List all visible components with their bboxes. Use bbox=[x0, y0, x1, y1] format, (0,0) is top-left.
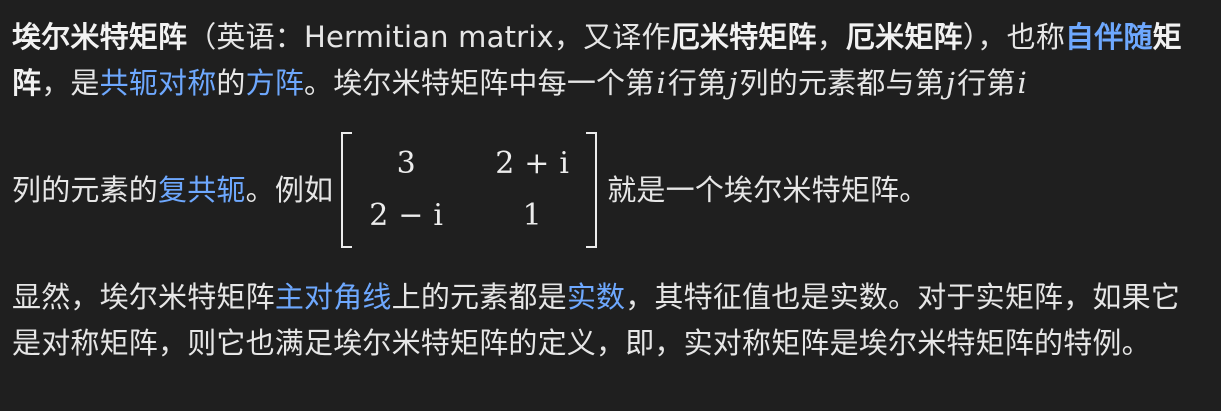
term-alt-name-2: 厄米矩阵 bbox=[845, 20, 963, 54]
link-self-adjoint[interactable]: 自伴随 bbox=[1065, 20, 1153, 54]
matrix-cell-2-1: 2 − i bbox=[369, 198, 444, 233]
matrix-example-line: 列的元素的 复共轭 。例如 3 2 + i 2 − i 1 就是一个埃尔米特矩阵。 bbox=[12, 132, 1207, 248]
text: ， bbox=[816, 20, 846, 54]
text: ，是 bbox=[41, 66, 100, 100]
example-matrix: 3 2 + i 2 − i 1 bbox=[341, 132, 598, 248]
var-i: i bbox=[656, 66, 666, 100]
text: 就是一个埃尔米特矩阵。 bbox=[607, 173, 929, 207]
text: 。例如 bbox=[245, 173, 334, 207]
text: 行第 bbox=[957, 66, 1016, 100]
text: 显然，埃尔米特矩阵 bbox=[12, 280, 275, 314]
var-j: j bbox=[945, 66, 956, 100]
intro-paragraph: 埃尔米特矩阵（英语：Hermitian matrix，又译作厄米特矩阵，厄米矩阵… bbox=[12, 14, 1207, 106]
link-complex-conjugate[interactable]: 复共轭 bbox=[158, 167, 246, 213]
var-i: i bbox=[1017, 66, 1028, 100]
left-bracket bbox=[341, 132, 353, 248]
text: 列的元素都与第 bbox=[739, 66, 944, 100]
term-hermitian-matrix: 埃尔米特矩阵 bbox=[12, 20, 188, 54]
text: （英语：Hermitian matrix，又译作 bbox=[187, 20, 671, 54]
text: 上的元素都是 bbox=[391, 280, 567, 314]
text: 列的元素的 bbox=[12, 173, 159, 207]
properties-paragraph: 显然，埃尔米特矩阵主对角线上的元素都是实数，其特征值也是实数。对于实矩阵，如果它… bbox=[12, 274, 1207, 366]
matrix-cell-1-1: 3 bbox=[396, 146, 416, 181]
link-conjugate-symmetric[interactable]: 共轭对称 bbox=[100, 66, 217, 100]
text: 。埃尔米特矩阵中每一个第 bbox=[304, 66, 655, 100]
right-bracket bbox=[586, 132, 598, 248]
term-alt-name-1: 厄米特矩阵 bbox=[670, 20, 817, 54]
matrix-cell-1-2: 2 + i bbox=[495, 146, 570, 181]
var-j: j bbox=[728, 66, 738, 100]
text: 的 bbox=[216, 66, 246, 100]
link-main-diagonal[interactable]: 主对角线 bbox=[275, 280, 392, 314]
text: 行第 bbox=[667, 66, 727, 100]
matrix-grid: 3 2 + i 2 − i 1 bbox=[352, 132, 586, 248]
text: ），也称 bbox=[962, 20, 1066, 54]
link-real-number[interactable]: 实数 bbox=[567, 280, 625, 314]
link-square-matrix[interactable]: 方阵 bbox=[246, 66, 304, 100]
matrix-cell-2-2: 1 bbox=[522, 198, 542, 233]
article-body: 埃尔米特矩阵（英语：Hermitian matrix，又译作厄米特矩阵，厄米矩阵… bbox=[0, 0, 1221, 411]
